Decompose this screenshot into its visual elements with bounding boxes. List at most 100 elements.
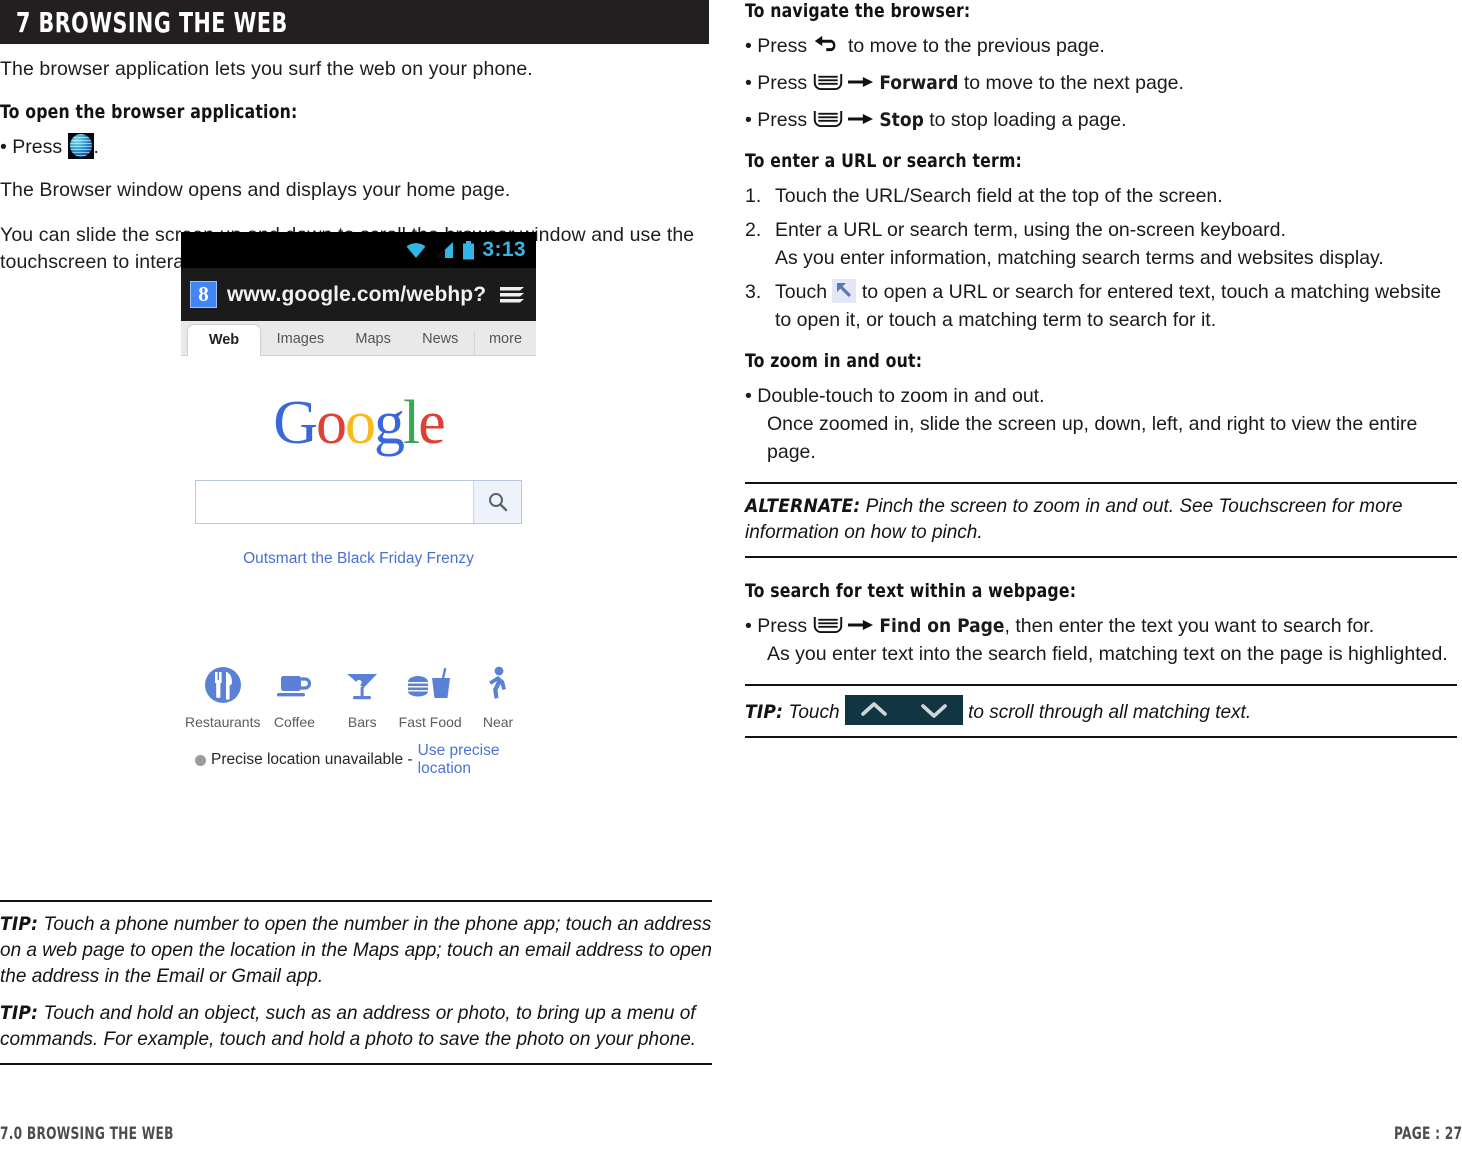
press-label: • Press	[745, 109, 808, 131]
menu-option-find-on-page: Find on Page	[879, 615, 1005, 637]
step-text: to open a URL or search for entered text…	[775, 281, 1442, 331]
status-clock: 3:13	[482, 238, 526, 261]
find-navigation-box[interactable]	[844, 695, 963, 725]
arrow-right-icon	[847, 113, 874, 125]
tip-pre: Touch	[783, 702, 840, 723]
tab-images[interactable]: Images	[261, 331, 340, 355]
google-favicon: 8	[190, 281, 217, 308]
location-dot-icon	[195, 754, 206, 766]
go-arrow-icon	[832, 279, 857, 303]
quick-link-label: Coffee	[273, 714, 315, 730]
logo-letter: o	[316, 389, 347, 457]
tip-body: Touch a phone number to open the number …	[0, 914, 712, 987]
find-text: , then enter the text you want to search…	[1004, 615, 1375, 637]
use-precise-location-link[interactable]: Use precise location	[418, 742, 536, 778]
menu-option-forward: Forward	[879, 72, 959, 94]
tab-news[interactable]: News	[407, 331, 475, 355]
nav-text: to stop loading a page.	[929, 109, 1127, 131]
quick-link-label: Bars	[347, 714, 377, 730]
magnifier-icon	[488, 493, 507, 512]
quick-links-row[interactable]: Restaurants Coffee Bars Fast Food Near	[181, 664, 536, 730]
tip-label: TIP:	[0, 913, 39, 935]
quick-link-bars[interactable]: Bars	[328, 664, 396, 730]
logo-letter: o	[345, 389, 376, 457]
nav-text: to move to the next page.	[963, 72, 1184, 94]
phone-status-bar: 3:13	[181, 232, 536, 268]
restaurant-icon	[204, 667, 241, 703]
tab-web[interactable]: Web	[187, 324, 261, 356]
quick-link-label: Restaurants	[185, 714, 261, 730]
alternate-label: ALTERNATE:	[745, 495, 861, 517]
list-item: Touch to open a URL or search for entere…	[745, 278, 1457, 334]
chapter-title: 7 BROWSING THE WEB	[16, 5, 288, 39]
list-item: • Double-touch to zoom in and out. Once …	[745, 382, 1457, 466]
browser-globe-icon	[67, 133, 94, 159]
list-item: • Press Forward to move to the next page…	[745, 69, 1457, 97]
browser-url-bar[interactable]: 8 www.google.com/webhp?	[181, 268, 536, 321]
alternate-text: ALTERNATE: Pinch the screen to zoom in a…	[745, 493, 1457, 546]
list-item: • Press Stop to stop loading a page.	[745, 106, 1457, 134]
manual-page: 7 BROWSING THE WEB The browser applicati…	[0, 0, 1462, 1158]
arrow-right-icon	[847, 619, 874, 631]
enter-url-steps: Touch the URL/Search field at the top of…	[745, 182, 1457, 334]
quick-link-restaurants[interactable]: Restaurants	[185, 664, 260, 730]
search-button[interactable]	[473, 481, 521, 523]
tip-note-scroll: TIP: Touch to scroll through all matchin…	[745, 684, 1457, 738]
tip-text-2: TIP: Touch and hold an object, such as a…	[0, 1000, 712, 1053]
step-continuation: As you enter information, matching searc…	[775, 247, 1384, 269]
right-column: To navigate the browser: • Press to move…	[745, 0, 1457, 738]
chevron-down-icon	[921, 704, 947, 718]
list-item: Touch the URL/Search field at the top of…	[745, 182, 1223, 210]
after-open-paragraph: The Browser window opens and displays yo…	[0, 179, 511, 201]
promo-link[interactable]: Outsmart the Black Friday Frenzy	[181, 550, 536, 568]
google-search-row[interactable]	[195, 480, 522, 524]
menu-key-icon	[813, 111, 842, 128]
logo-letter: G	[273, 389, 318, 457]
heading-zoom: To zoom in and out:	[745, 350, 923, 372]
location-status-text: Precise location unavailable -	[211, 751, 413, 768]
heading-open-browser: To open the browser application:	[0, 101, 298, 123]
browser-screenshot: 3:13 8 www.google.com/webhp? Web Images …	[181, 232, 536, 820]
url-text[interactable]: www.google.com/webhp?	[227, 283, 487, 307]
heading-enter-url: To enter a URL or search term:	[745, 150, 1022, 172]
footer-section-label: 7.0 BROWSING THE WEB	[0, 1124, 174, 1144]
tab-maps[interactable]: Maps	[340, 331, 407, 355]
list-item: • Press to move to the previous page.	[745, 32, 1457, 60]
tip-scroll-text: TIP: Touch to scroll through all matchin…	[745, 695, 1457, 726]
back-arrow-icon	[814, 35, 835, 52]
chevron-pair	[861, 702, 947, 718]
arrow-right-icon	[847, 76, 874, 88]
coffee-icon	[277, 676, 312, 697]
search-tab-strip[interactable]: Web Images Maps News more	[181, 321, 536, 356]
tip-note-1: TIP: Touch a phone number to open the nu…	[0, 900, 712, 1065]
chevron-up-icon	[861, 702, 887, 716]
list-item: Enter a URL or search term, using the on…	[745, 216, 1457, 272]
quick-link-fastfood[interactable]: Fast Food	[396, 664, 464, 730]
logo-letter: e	[418, 389, 445, 457]
bullet-press-label: • Press	[0, 136, 63, 158]
menu-key-icon	[813, 74, 842, 91]
nav-text: to move to the previous page.	[847, 35, 1105, 57]
go-arrow-glyph	[837, 283, 852, 297]
quick-link-label: Near	[482, 714, 514, 730]
signal-icon	[436, 242, 454, 258]
search-input[interactable]	[196, 481, 473, 523]
quick-link-near[interactable]: Near	[464, 664, 532, 730]
menu-key-icon	[813, 617, 842, 634]
quick-link-label: Fast Food	[398, 714, 462, 730]
heading-navigate-browser: To navigate the browser:	[745, 0, 971, 22]
battery-icon	[463, 240, 475, 259]
fastfood-icon	[408, 667, 451, 698]
browser-menu-icon[interactable]	[497, 282, 527, 308]
open-browser-list: • Press .	[0, 133, 712, 161]
alternate-note: ALTERNATE: Pinch the screen to zoom in a…	[745, 482, 1457, 558]
google-logo: Google	[181, 392, 536, 454]
walking-icon	[489, 666, 507, 699]
quick-link-coffee[interactable]: Coffee	[260, 664, 328, 730]
wifi-icon	[406, 243, 426, 258]
tip-label: TIP:	[745, 701, 784, 723]
find-continuation: As you enter text into the search field,…	[767, 643, 1448, 665]
press-label: • Press	[745, 615, 808, 637]
zoom-continuation: Once zoomed in, slide the screen up, dow…	[767, 413, 1418, 463]
tab-more[interactable]: more	[474, 331, 536, 355]
